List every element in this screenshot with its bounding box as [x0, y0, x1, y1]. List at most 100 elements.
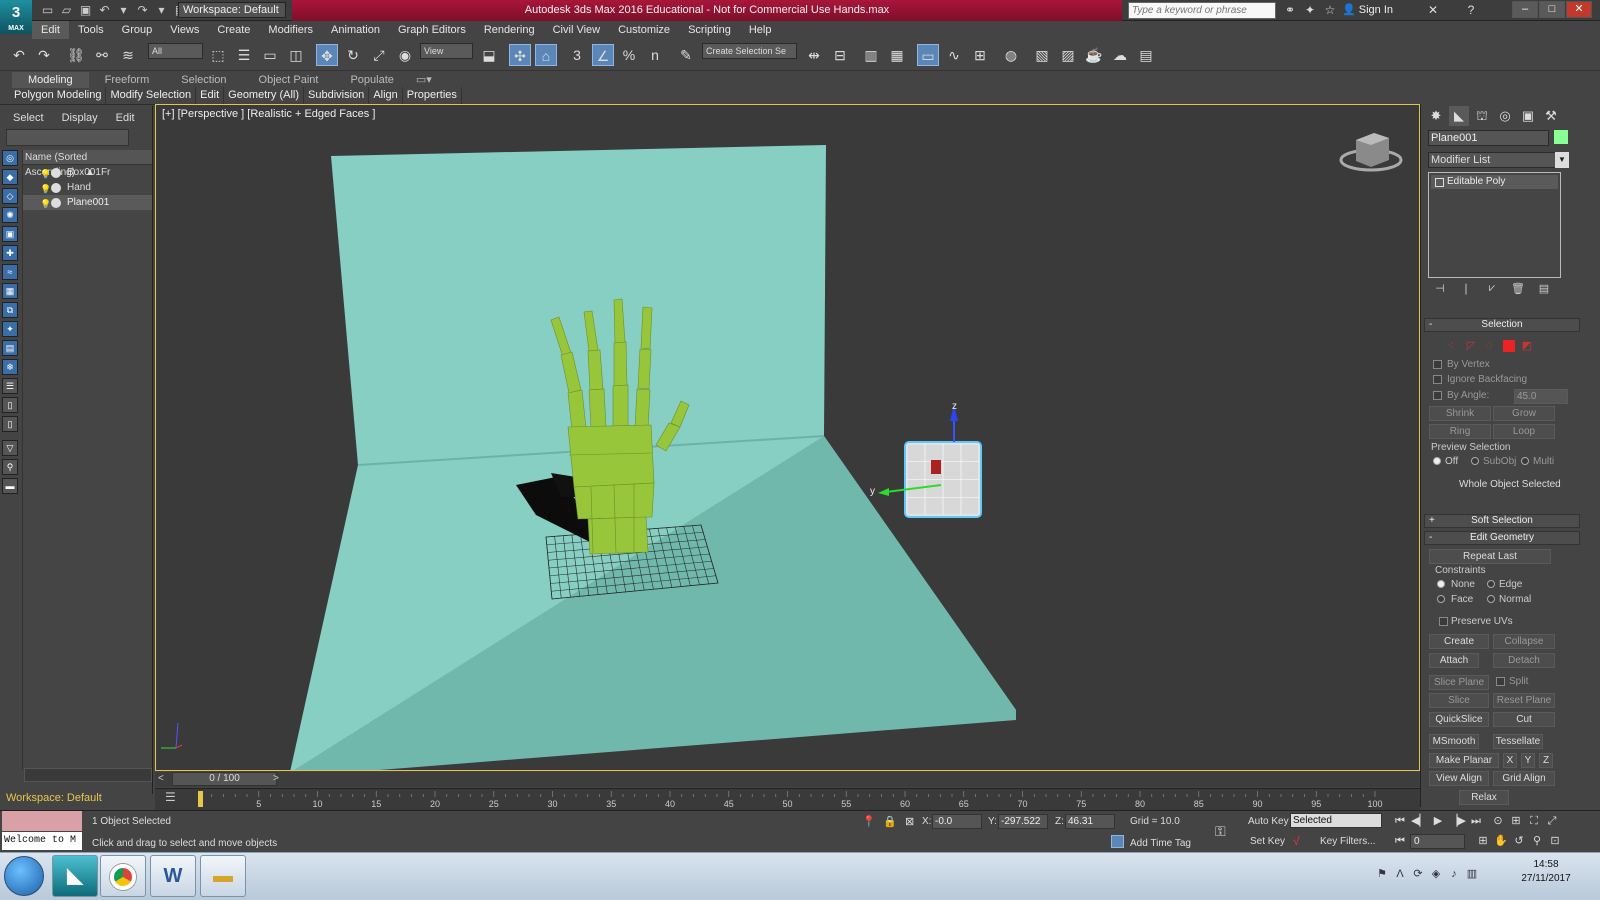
select-by-name-icon[interactable]: ☰ — [233, 44, 255, 66]
help-icon[interactable]: ? — [1463, 3, 1479, 18]
current-frame-marker[interactable] — [198, 791, 203, 807]
utilities-tab-icon[interactable]: ⚒ — [1541, 106, 1561, 126]
explorer-row-box001[interactable]: 💡 Box001 — [23, 165, 152, 180]
preview-off-radio[interactable] — [1433, 457, 1441, 465]
hierarchy-tab-icon[interactable]: ⛫ — [1472, 106, 1492, 126]
antivirus-tray-icon[interactable]: ◈ — [1429, 867, 1443, 881]
render-production-icon[interactable]: ☕ — [1083, 44, 1105, 66]
modifier-list-dropdown[interactable]: Modifier List — [1428, 152, 1556, 168]
save-file-icon[interactable]: ▣ — [77, 3, 94, 18]
time-tag-icon[interactable] — [1111, 835, 1124, 848]
pin-stack-icon[interactable]: ⊣ — [1431, 282, 1449, 295]
spinner-snap-icon[interactable]: n — [644, 44, 666, 66]
menu-customize[interactable]: Customize — [609, 21, 679, 39]
make-planar-button[interactable]: Make Planar — [1429, 753, 1499, 768]
move-icon[interactable]: ✥ — [316, 44, 338, 66]
zoom-extents-icon[interactable]: ⊙ — [1490, 813, 1506, 829]
taskbar-chrome[interactable] — [100, 855, 146, 897]
min-max-toggle-icon[interactable]: ⊡ — [1547, 833, 1563, 849]
by-angle-checkbox[interactable] — [1433, 391, 1442, 400]
soft-selection-rollout-header[interactable]: + Soft Selection — [1424, 514, 1580, 528]
previous-frame-icon[interactable]: ◀▏ — [1411, 813, 1428, 829]
new-file-icon[interactable]: ▭ — [39, 3, 56, 18]
percent-snap-icon[interactable]: % — [618, 44, 640, 66]
layer-toggle-icon[interactable]: ▬ — [2, 478, 18, 494]
y-coordinate-field[interactable]: -297.522 — [998, 814, 1048, 829]
repeat-last-button[interactable]: Repeat Last — [1429, 549, 1551, 564]
panel-subdivision[interactable]: Subdivision — [304, 87, 370, 104]
schematic-view-icon[interactable]: ⊞ — [969, 44, 991, 66]
rotate-icon[interactable]: ↻ — [342, 44, 364, 66]
layer-manager-icon[interactable]: ▥ — [860, 44, 882, 66]
planar-y-button[interactable]: Y — [1521, 753, 1535, 768]
absolute-mode-icon[interactable]: ⊠ — [905, 815, 914, 828]
angle-spinner[interactable]: 45.0 — [1514, 389, 1568, 404]
field-of-view-icon[interactable]: ⛶ — [1526, 813, 1542, 829]
autodesk-tray-icon[interactable]: Λ — [1393, 867, 1407, 881]
selection-filter-dropdown[interactable]: All — [148, 43, 203, 59]
window-crossing-icon[interactable]: ◫ — [285, 44, 307, 66]
panel-edit[interactable]: Edit — [196, 87, 225, 104]
edit-named-selection-icon[interactable]: ✎ — [675, 44, 697, 66]
key-mode-icon[interactable]: √ — [1293, 834, 1300, 848]
mirror-icon[interactable]: ⇹ — [803, 44, 825, 66]
tessellate-button[interactable]: Tessellate — [1493, 734, 1543, 749]
next-frame-icon[interactable]: ▕▶ — [1449, 813, 1466, 829]
tab-object-paint[interactable]: Object Paint — [243, 72, 335, 88]
motion-tab-icon[interactable]: ◎ — [1495, 106, 1515, 126]
tab-modeling[interactable]: Modeling — [12, 72, 89, 88]
sign-in-link[interactable]: 👤 Sign In — [1342, 3, 1393, 16]
preserve-uvs-checkbox[interactable] — [1439, 617, 1448, 626]
rectangular-selection-icon[interactable]: ▭ — [259, 44, 281, 66]
subscription-icon[interactable]: ✦ — [1302, 3, 1318, 18]
material-editor-icon[interactable]: ◍ — [1000, 44, 1022, 66]
angle-snap-icon[interactable]: ∠ — [592, 44, 614, 66]
close-button[interactable]: ✕ — [1566, 1, 1592, 18]
attach-button[interactable]: Attach — [1429, 653, 1479, 668]
menu-scripting[interactable]: Scripting — [679, 21, 740, 39]
display-all-icon[interactable]: ◎ — [2, 150, 18, 166]
constraint-none-radio[interactable] — [1437, 580, 1445, 588]
display-children-icon[interactable]: ▯ — [2, 397, 18, 413]
undo-dropdown-icon[interactable]: ▾ — [115, 3, 132, 18]
grow-button[interactable]: Grow — [1493, 406, 1555, 421]
tab-freeform[interactable]: Freeform — [89, 72, 166, 88]
display-geometry-icon[interactable]: ◆ — [2, 169, 18, 185]
display-xrefs-icon[interactable]: ⧉ — [2, 302, 18, 318]
menu-views[interactable]: Views — [161, 21, 208, 39]
make-unique-icon[interactable]: ⩗ — [1483, 282, 1501, 295]
visibility-bulb-icon[interactable]: 💡 — [40, 197, 51, 212]
configure-modifier-sets-icon[interactable]: ▤ — [1535, 282, 1553, 295]
ignore-backfacing-checkbox[interactable] — [1433, 375, 1442, 384]
display-containers-icon[interactable]: ▤ — [2, 340, 18, 356]
explorer-row-hand[interactable]: 💡 Hand — [23, 180, 152, 195]
maximize-viewport-icon[interactable]: ⤢ — [1544, 813, 1560, 829]
search-input[interactable]: Type a keyword or phrase — [1128, 2, 1276, 19]
key-selection-dropdown[interactable]: Selected — [1290, 813, 1382, 828]
display-lights-icon[interactable]: ✺ — [2, 207, 18, 223]
display-spacewarps-icon[interactable]: ≈ — [2, 264, 18, 280]
panel-geometry-all[interactable]: Geometry (All) — [224, 87, 305, 104]
walk-through-icon[interactable]: ⚲ — [1529, 833, 1545, 849]
polygon-mode-icon[interactable] — [1503, 340, 1515, 352]
display-helpers-icon[interactable]: ✚ — [2, 245, 18, 261]
undo-icon[interactable]: ↶ — [8, 44, 30, 66]
redo-icon[interactable]: ↷ — [33, 44, 55, 66]
key-mode-toggle-icon[interactable]: ⏮ — [1392, 833, 1408, 849]
planar-z-button[interactable]: Z — [1539, 753, 1553, 768]
explorer-display-menu[interactable]: Display — [53, 111, 107, 125]
menu-create[interactable]: Create — [208, 21, 259, 39]
reset-plane-button[interactable]: Reset Plane — [1493, 693, 1555, 708]
bind-space-warp-icon[interactable]: ≋ — [117, 44, 139, 66]
explorer-select-menu[interactable]: Select — [4, 111, 53, 125]
loop-button[interactable]: Loop — [1493, 424, 1555, 439]
element-mode-icon[interactable]: ◩ — [1521, 340, 1533, 352]
find-icon[interactable]: ⚲ — [2, 459, 18, 475]
display-bones-icon[interactable]: ✦ — [2, 321, 18, 337]
edge-mode-icon[interactable]: ◸ — [1465, 340, 1477, 352]
go-to-start-icon[interactable]: ⏮ — [1392, 813, 1408, 829]
stack-item-editable-poly[interactable]: Editable Poly — [1431, 175, 1558, 189]
menu-tools[interactable]: Tools — [69, 21, 113, 39]
taskbar-word[interactable]: W — [150, 855, 196, 897]
menu-help[interactable]: Help — [740, 21, 781, 39]
